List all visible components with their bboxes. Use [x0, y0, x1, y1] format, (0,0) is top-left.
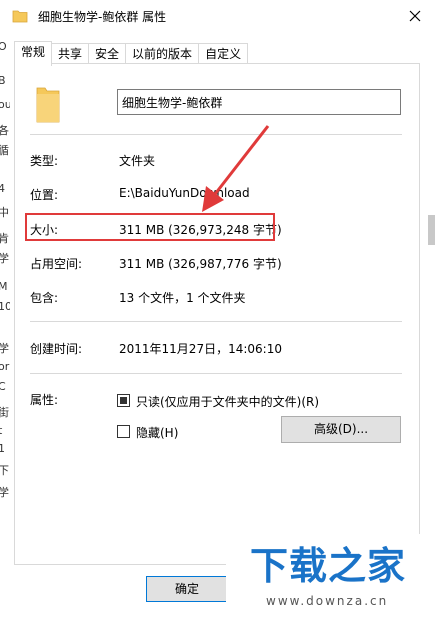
background-text-fragment: 中 — [0, 206, 9, 219]
close-button[interactable] — [395, 0, 435, 32]
background-text-fragment: C — [0, 380, 6, 393]
background-text-fragment: t — [0, 424, 3, 437]
watermark-main-text: 下载之家 — [250, 544, 407, 588]
contains-value: 13 个文件，1 个文件夹 — [119, 291, 246, 305]
background-text-fragment: or — [0, 360, 10, 373]
background-text-fragment: 1 — [0, 442, 5, 455]
background-text-fragment: 各 — [0, 124, 9, 137]
background-text-fragment: 10 — [0, 300, 10, 313]
location-label: 位置: — [30, 188, 59, 202]
background-window-edge: O Bou 各循 4 中肯学 M 10 学 or C 街 t 1 下学 — [0, 32, 10, 622]
background-text-fragment: B — [0, 74, 6, 87]
tab-bar: 常规 共享 安全 以前的版本 自定义 — [14, 41, 249, 66]
type-label: 类型: — [30, 154, 59, 168]
ok-button[interactable]: 确定 — [146, 576, 228, 602]
separator — [30, 373, 402, 374]
disk-size-label: 占用空间: — [30, 257, 83, 271]
readonly-checkbox[interactable] — [117, 394, 130, 407]
attributes-label: 属性: — [30, 393, 59, 407]
folder-icon — [12, 10, 28, 23]
background-text-fragment: 街 — [0, 406, 9, 419]
background-text-fragment: O — [0, 40, 7, 53]
separator — [30, 321, 402, 322]
title-bar[interactable]: 细胞生物学-鲍依群 属性 — [0, 0, 435, 32]
contains-label: 包含: — [30, 291, 59, 305]
background-text-fragment: 循 — [0, 144, 9, 157]
tab-customize[interactable]: 自定义 — [198, 43, 249, 65]
readonly-label[interactable]: 只读(仅应用于文件夹中的文件)(R) — [136, 393, 319, 410]
red-arrow-annotation — [202, 125, 270, 212]
background-text-fragment: ou — [0, 98, 10, 111]
advanced-button[interactable]: 高级(D)... — [281, 416, 401, 443]
watermark-logo: 下载之家 www.downza.cn — [226, 534, 431, 618]
background-text-fragment: M — [0, 280, 8, 293]
tab-general[interactable]: 常规 — [14, 41, 53, 66]
background-text-fragment: 肯 — [0, 232, 9, 245]
disk-size-value: 311 MB (326,987,776 字节) — [119, 257, 282, 271]
created-label: 创建时间: — [30, 342, 83, 356]
watermark-url: www.downza.cn — [266, 594, 389, 608]
background-text-fragment: 学 — [0, 486, 9, 499]
tab-sharing[interactable]: 共享 — [51, 43, 90, 65]
properties-dialog: 细胞生物学-鲍依群 属性 O Bou 各循 4 中肯学 M 10 学 or C 街 t 1 下学 常规 共… — [0, 0, 435, 622]
background-text-fragment: 4 — [0, 182, 5, 195]
hidden-checkbox[interactable] — [117, 425, 130, 438]
hidden-label[interactable]: 隐藏(H) — [136, 424, 178, 441]
background-text-fragment: 学 — [0, 252, 9, 265]
folder-name-input[interactable] — [117, 89, 401, 115]
background-text-fragment: 学 — [0, 342, 9, 355]
scrollbar-thumb[interactable] — [428, 215, 435, 245]
background-text-fragment: 下 — [0, 464, 9, 477]
created-value: 2011年11月27日，14:06:10 — [119, 342, 282, 356]
type-value: 文件夹 — [119, 154, 156, 168]
tab-security[interactable]: 安全 — [88, 43, 127, 65]
tab-previous-versions[interactable]: 以前的版本 — [125, 43, 200, 65]
folder-large-icon — [36, 87, 60, 123]
close-icon — [409, 10, 421, 22]
window-title: 细胞生物学-鲍依群 属性 — [38, 10, 167, 24]
